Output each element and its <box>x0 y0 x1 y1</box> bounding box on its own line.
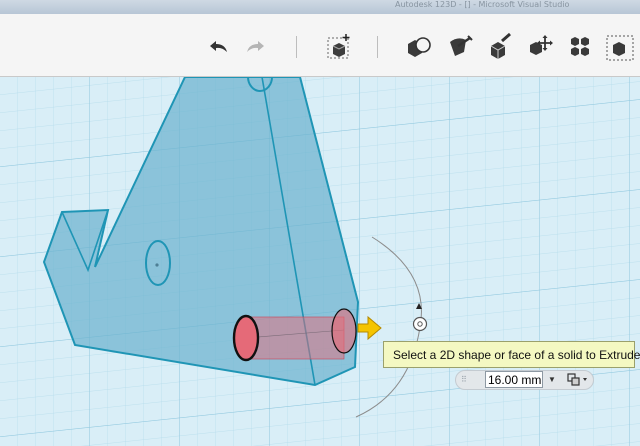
construct-icon[interactable] <box>443 30 477 64</box>
toolbar-separator <box>296 36 297 58</box>
combine-icon[interactable] <box>603 30 637 64</box>
modify-icon[interactable] <box>483 30 517 64</box>
selected-face[interactable] <box>232 314 260 362</box>
sketch-icon[interactable] <box>402 30 436 64</box>
window-titlebar: Autodesk 123D - [] - Microsoft Visual St… <box>0 0 640 14</box>
redo-icon[interactable] <box>240 30 274 64</box>
window-title: Autodesk 123D - [] - Microsoft Visual St… <box>395 0 570 9</box>
3d-viewport[interactable] <box>0 77 640 446</box>
grip-icon[interactable]: ⠿ <box>461 373 471 387</box>
transform-icon[interactable] <box>523 30 557 64</box>
pattern-icon[interactable] <box>563 30 597 64</box>
add-box-icon[interactable] <box>322 30 356 64</box>
toolbar-separator <box>377 36 378 58</box>
merge-operation-icon[interactable] <box>564 371 592 388</box>
extrude-tooltip: Select a 2D shape or face of a solid to … <box>383 341 640 368</box>
undo-icon[interactable] <box>200 30 234 64</box>
angle-handle[interactable] <box>412 316 428 332</box>
distance-input[interactable] <box>485 371 543 388</box>
main-toolbar <box>0 14 640 77</box>
chevron-down-icon[interactable]: ▼ <box>545 372 559 387</box>
